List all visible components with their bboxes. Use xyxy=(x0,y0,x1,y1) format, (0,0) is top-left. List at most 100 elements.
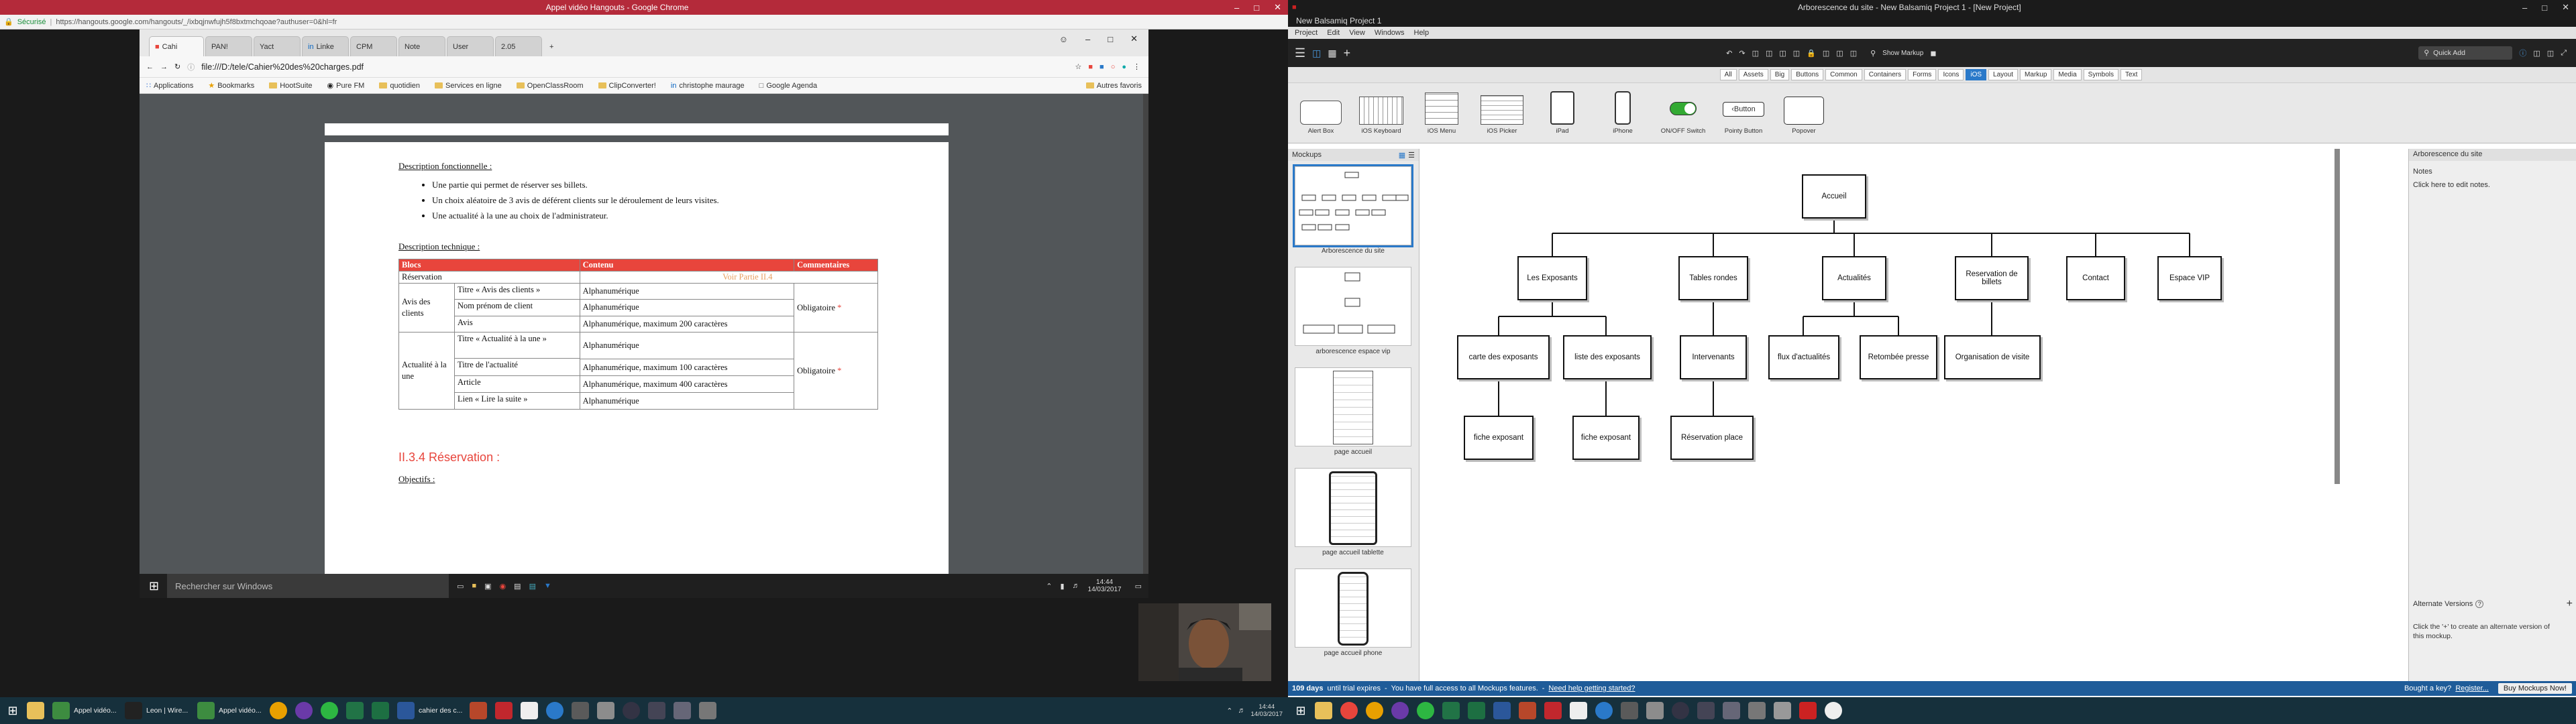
lib-alert-box[interactable]: Alert Box xyxy=(1292,91,1350,135)
tray-up-icon[interactable]: ⌃ xyxy=(1226,707,1232,715)
filezilla-icon[interactable] xyxy=(495,702,513,719)
hangouts-url[interactable]: https://hangouts.google.com/hangouts/_/i… xyxy=(56,18,337,26)
node-reservation-billets[interactable]: Reservation de billets xyxy=(1955,256,2029,300)
app-icon[interactable] xyxy=(699,702,716,719)
app-icon[interactable]: ▤ xyxy=(514,582,521,591)
close-icon[interactable]: ✕ xyxy=(2562,2,2569,13)
minimize-icon[interactable]: – xyxy=(2522,3,2527,13)
minimize-icon[interactable]: – xyxy=(1085,34,1090,44)
app-icon[interactable] xyxy=(546,702,564,719)
cat-common[interactable]: Common xyxy=(1825,69,1862,80)
bookmark-bookmarks[interactable]: ★ Bookmarks xyxy=(208,81,254,90)
lib-iphone[interactable]: iPhone xyxy=(1594,91,1652,135)
close-icon[interactable]: ✕ xyxy=(1130,34,1138,44)
bookmark-purefm[interactable]: ◉ Pure FM xyxy=(327,81,365,90)
add-version-icon[interactable]: + xyxy=(2567,598,2573,610)
project-icon[interactable] xyxy=(1442,702,1460,719)
lib-onoff-switch[interactable]: ON/OFF Switch xyxy=(1654,91,1712,135)
buy-mockups-button[interactable]: Buy Mockups Now! xyxy=(2498,683,2572,694)
cat-media[interactable]: Media xyxy=(2053,69,2082,80)
app-icon[interactable] xyxy=(572,702,589,719)
cat-containers[interactable]: Containers xyxy=(1864,69,1907,80)
tab-user[interactable]: User xyxy=(447,36,494,56)
maximize-icon[interactable]: □ xyxy=(1108,34,1113,44)
mockup-thumb-espace-vip[interactable]: arborescence espace vip xyxy=(1295,267,1411,362)
close-icon[interactable]: ✕ xyxy=(1274,2,1281,13)
delete-icon[interactable]: ◫ xyxy=(1793,49,1800,58)
app-icon[interactable] xyxy=(623,702,640,719)
cat-big[interactable]: Big xyxy=(1770,69,1790,80)
cat-buttons[interactable]: Buttons xyxy=(1791,69,1824,80)
node-contact[interactable]: Contact xyxy=(2066,256,2125,300)
grid-icon[interactable]: ▦ xyxy=(1328,48,1336,59)
bookmark-clipconverter[interactable]: ClipConverter! xyxy=(598,82,656,90)
fullscreen-icon[interactable]: ⤢ xyxy=(2561,49,2576,58)
canvas-scrollbar[interactable] xyxy=(2334,149,2340,484)
hangouts-icon[interactable] xyxy=(52,702,70,719)
app-icon[interactable] xyxy=(1748,702,1766,719)
node-fiche-exposant[interactable]: fiche exposant xyxy=(1572,416,1640,460)
lib-pointy-button[interactable]: ‹ Button Pointy Button xyxy=(1715,91,1772,135)
volume-icon[interactable]: ♬ xyxy=(1238,707,1245,715)
project-icon[interactable] xyxy=(346,702,364,719)
show-markup-label[interactable]: Show Markup xyxy=(1882,50,1923,57)
node-flux-actualites[interactable]: flux d'actualités xyxy=(1768,335,1839,379)
app-icon[interactable] xyxy=(1672,702,1689,719)
hangouts-icon[interactable] xyxy=(197,702,215,719)
cat-ios[interactable]: iOS xyxy=(1966,69,1987,80)
search-icon[interactable]: ⚲ xyxy=(1870,49,1876,58)
filezilla-icon[interactable] xyxy=(1544,702,1562,719)
list-icon[interactable]: ☰ xyxy=(1408,151,1415,160)
mockup-thumb-accueil-tablette[interactable]: page accueil tablette xyxy=(1295,468,1411,563)
bookmark-other[interactable]: Autres favoris xyxy=(1085,82,1142,90)
node-espace-vip[interactable]: Espace VIP xyxy=(2157,256,2222,300)
lib-ios-menu[interactable]: iOS Menu xyxy=(1413,91,1470,135)
need-help-link[interactable]: Need help getting started? xyxy=(1548,684,1635,692)
notifications-icon[interactable]: ▭ xyxy=(1135,582,1148,591)
cat-layout[interactable]: Layout xyxy=(1988,69,2019,80)
app-icon[interactable] xyxy=(1646,702,1664,719)
firefox-icon[interactable] xyxy=(270,702,287,719)
back-icon[interactable]: ◫ xyxy=(1850,49,1857,58)
paste-icon[interactable]: ◫ xyxy=(1766,49,1772,58)
store-icon[interactable]: ▣ xyxy=(484,582,491,591)
panel-icon[interactable]: ◫ xyxy=(2533,49,2540,58)
app-icon[interactable] xyxy=(1723,702,1740,719)
pdf-scrollbar[interactable] xyxy=(1143,94,1148,574)
taskbar-item-label[interactable]: Leon | Wire... xyxy=(146,707,193,715)
node-fiche-exposant[interactable]: fiche exposant xyxy=(1464,416,1534,460)
app-icon[interactable] xyxy=(1825,702,1842,719)
quick-add-input[interactable]: ⚲ Quick Add xyxy=(2418,46,2513,60)
cat-markup[interactable]: Markup xyxy=(2020,69,2052,80)
app-icon[interactable] xyxy=(1774,702,1791,719)
chrome-icon[interactable] xyxy=(1340,702,1358,719)
app-icon[interactable]: ▼ xyxy=(544,582,551,590)
taskbar-item-label[interactable]: cahier des c... xyxy=(419,707,466,715)
notes-editor[interactable]: Click here to edit notes. xyxy=(2409,178,2576,192)
extension-icon[interactable]: ● xyxy=(1122,63,1126,71)
layout-icon[interactable]: ◫ xyxy=(1312,48,1321,59)
info-icon[interactable]: ⓘ xyxy=(2519,48,2526,58)
explorer-icon[interactable] xyxy=(1315,702,1332,719)
excel-icon[interactable] xyxy=(1468,702,1485,719)
mockup-thumb-page-accueil[interactable]: page accueil xyxy=(1295,367,1411,463)
balsamiq-icon[interactable] xyxy=(1799,702,1817,719)
app-icon[interactable] xyxy=(597,702,614,719)
duplicate-icon[interactable]: ◫ xyxy=(1779,49,1786,58)
new-tab-button[interactable]: + xyxy=(543,36,561,56)
app-icon[interactable] xyxy=(648,702,665,719)
chrome-icon[interactable]: ◉ xyxy=(500,582,506,591)
menu-project[interactable]: Project xyxy=(1295,29,1318,37)
opera-icon[interactable]: ○ xyxy=(1111,63,1116,71)
user-icon[interactable]: ☺ xyxy=(1059,34,1068,44)
taskbar-item-label[interactable]: Appel vidéo... xyxy=(219,707,266,715)
viber-icon[interactable] xyxy=(1391,702,1409,719)
tab-pan[interactable]: PAN! xyxy=(205,36,252,56)
register-link[interactable]: Register... xyxy=(2455,684,2489,692)
explorer-icon[interactable]: ■ xyxy=(472,582,477,590)
app-icon[interactable] xyxy=(1697,702,1715,719)
back-icon[interactable]: ← xyxy=(146,63,154,71)
app-icon[interactable]: ▤ xyxy=(529,582,536,591)
lib-ipad[interactable]: iPad xyxy=(1534,91,1591,135)
firefox-icon[interactable] xyxy=(1366,702,1383,719)
